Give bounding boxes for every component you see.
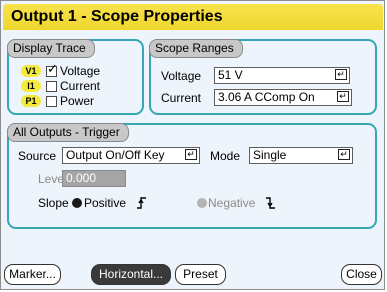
p1-badge: P1 (21, 95, 41, 107)
display-trace-label: Display Trace (7, 39, 95, 58)
mode-field[interactable]: Single ↵ (249, 147, 353, 164)
check-icon: ✓ (47, 61, 58, 76)
falling-edge-icon (266, 197, 275, 209)
voltage-range-value: 51 V (218, 68, 243, 82)
scope-ranges-label: Scope Ranges (149, 39, 243, 58)
voltage-checkbox[interactable]: ✓ (46, 62, 58, 77)
enter-key-icon[interactable]: ↵ (338, 149, 350, 160)
trigger-group: All Outputs - Trigger Source Output On/O… (7, 123, 377, 229)
enter-key-icon[interactable]: ↵ (185, 149, 197, 160)
i1-badge: I1 (21, 80, 41, 92)
v1-badge: V1 (21, 65, 41, 77)
rising-edge-icon (137, 197, 146, 209)
power-trace-label: Power (60, 94, 95, 108)
display-trace-group: Display Trace V1 ✓ Voltage I1 Current P1… (7, 39, 144, 115)
voltage-trace-label: Voltage (60, 64, 101, 78)
level-field: 0.000 (62, 170, 126, 187)
negative-radio[interactable] (197, 198, 207, 208)
current-range-label: Current (161, 91, 202, 105)
positive-label: Positive (84, 196, 127, 210)
dialog-title: Output 1 - Scope Properties (11, 8, 223, 25)
scope-properties-dialog: Output 1 - Scope Properties Display Trac… (0, 0, 385, 290)
mode-label: Mode (210, 149, 241, 163)
title-bar: Output 1 - Scope Properties (3, 4, 383, 30)
power-checkbox[interactable] (46, 96, 57, 107)
negative-label: Negative (208, 196, 256, 210)
current-range-value: 3.06 A CComp On (218, 90, 315, 104)
close-button[interactable]: Close (341, 264, 382, 285)
mode-value: Single (253, 148, 287, 162)
preset-button[interactable]: Preset (175, 264, 226, 285)
scope-ranges-group: Scope Ranges Voltage 51 V ↵ Current 3.06… (149, 39, 377, 115)
horizontal-button[interactable]: Horizontal... (91, 264, 171, 285)
current-checkbox[interactable] (46, 81, 57, 92)
enter-key-icon[interactable]: ↵ (337, 91, 349, 102)
slope-label: Slope (38, 196, 69, 210)
level-value: 0.000 (66, 171, 97, 185)
voltage-range-label: Voltage (161, 69, 202, 83)
source-field[interactable]: Output On/Off Key ↵ (62, 147, 200, 164)
source-value: Output On/Off Key (66, 148, 165, 162)
positive-radio[interactable] (72, 198, 82, 208)
current-range-field[interactable]: 3.06 A CComp On ↵ (214, 89, 352, 106)
trigger-group-label: All Outputs - Trigger (7, 123, 129, 142)
source-label: Source (18, 149, 57, 163)
voltage-range-field[interactable]: 51 V ↵ (214, 67, 350, 84)
marker-button[interactable]: Marker... (4, 264, 61, 285)
enter-key-icon[interactable]: ↵ (335, 69, 347, 80)
current-trace-label: Current (60, 79, 101, 93)
